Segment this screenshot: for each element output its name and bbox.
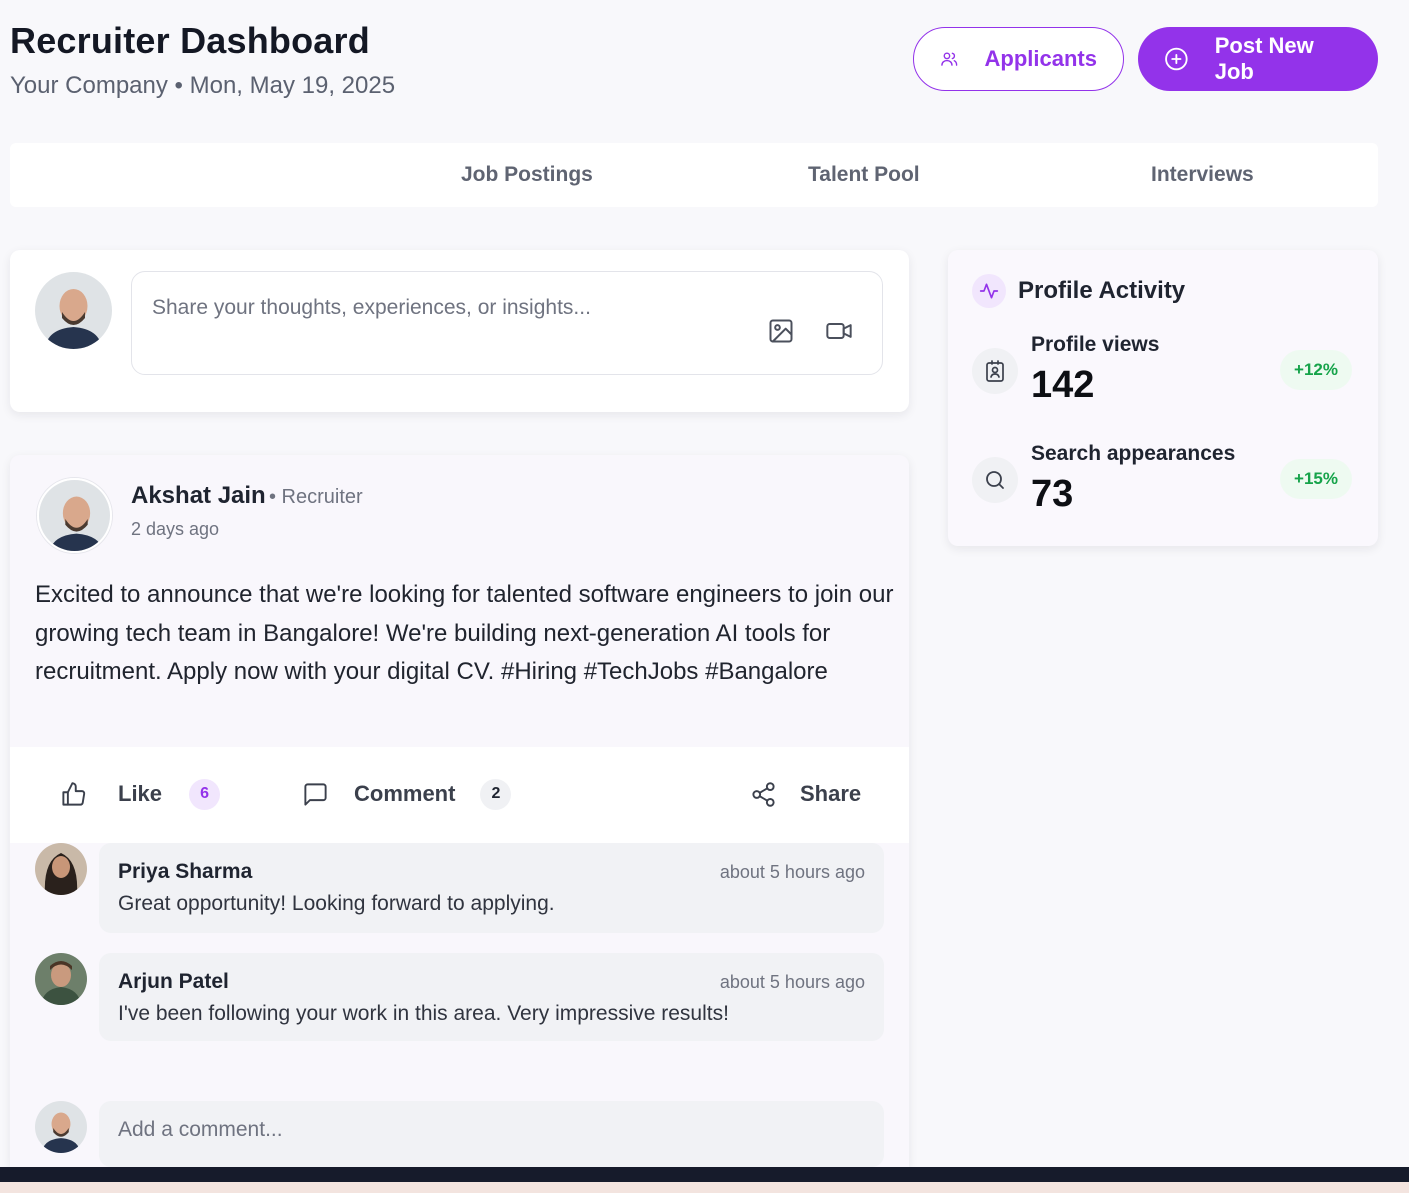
avatar xyxy=(35,1101,87,1153)
users-icon xyxy=(941,52,958,66)
comment-text: Great opportunity! Looking forward to ap… xyxy=(118,892,555,915)
plus-circle-icon xyxy=(1165,47,1188,71)
comment-bubble: Arjun Patel about 5 hours ago I've been … xyxy=(99,953,884,1041)
comment-author[interactable]: Arjun Patel xyxy=(118,970,229,994)
share-icon xyxy=(752,781,775,807)
add-comment-placeholder: Add a comment... xyxy=(118,1118,283,1141)
window-bottom-bar xyxy=(0,1167,1409,1193)
post-new-job-button[interactable]: Post New Job xyxy=(1138,27,1378,91)
avatar xyxy=(35,272,112,349)
trend-badge: +15% xyxy=(1280,459,1352,499)
comment-timestamp: about 5 hours ago xyxy=(719,862,865,882)
post-timestamp: 2 days ago xyxy=(131,519,220,539)
commenter-avatar xyxy=(35,953,87,1005)
comment-author[interactable]: Priya Sharma xyxy=(118,860,252,884)
page-header: Recruiter Dashboard Your Company • Mon, … xyxy=(10,20,1378,100)
metric-label: Profile views xyxy=(1031,333,1160,356)
image-icon[interactable] xyxy=(767,317,795,345)
trend-badge: +12% xyxy=(1280,350,1352,390)
post-author-role: • Recruiter xyxy=(269,486,363,508)
header-actions: Applicants Post New Job xyxy=(913,27,1378,91)
thumbs-up-icon xyxy=(62,781,86,806)
metric-value: 73 xyxy=(1031,473,1074,515)
comment-button[interactable]: Comment 2 xyxy=(302,774,512,814)
comment-item: Arjun Patel about 5 hours ago I've been … xyxy=(10,953,909,1045)
tab-talent-pool[interactable]: Talent Pool xyxy=(808,163,920,187)
post-composer-input[interactable]: Share your thoughts, experiences, or ins… xyxy=(131,271,883,375)
post-new-job-label: Post New Job xyxy=(1214,33,1314,84)
comment-label: Comment xyxy=(354,781,456,806)
profile-activity-title: Profile Activity xyxy=(1018,277,1186,304)
comment-count-badge: 2 xyxy=(480,778,512,810)
applicants-label: Applicants xyxy=(984,46,1097,71)
comment-bubble: Priya Sharma about 5 hours ago Great opp… xyxy=(99,843,884,933)
contact-card-icon xyxy=(972,348,1018,394)
message-square-icon xyxy=(304,782,327,806)
like-button[interactable]: Like 6 xyxy=(60,774,221,814)
like-count-badge: 6 xyxy=(189,778,221,810)
metric-value: 142 xyxy=(1031,364,1095,406)
search-icon xyxy=(972,457,1018,503)
metric-label: Search appearances xyxy=(1031,442,1236,465)
tab-job-postings[interactable]: Job Postings xyxy=(461,163,593,187)
post-composer: Share your thoughts, experiences, or ins… xyxy=(10,250,909,412)
comment-item: Priya Sharma about 5 hours ago Great opp… xyxy=(10,843,909,935)
commenter-avatar xyxy=(35,843,87,895)
add-comment-input[interactable]: Add a comment... xyxy=(99,1101,884,1167)
feed-post: Akshat Jain • Recruiter 2 days ago Excit… xyxy=(10,455,909,1167)
video-icon[interactable] xyxy=(825,317,853,345)
like-label: Like xyxy=(118,781,163,806)
composer-placeholder: Share your thoughts, experiences, or ins… xyxy=(152,296,591,319)
comment-text: I've been following your work in this ar… xyxy=(118,1002,729,1025)
post-body: Excited to announce that we're looking f… xyxy=(35,581,894,685)
post-author-name[interactable]: Akshat Jain xyxy=(131,482,266,510)
share-button[interactable]: Share xyxy=(750,774,861,814)
applicants-button[interactable]: Applicants xyxy=(913,27,1124,91)
post-actions-bar: Like 6 Comment 2 Share xyxy=(10,747,909,843)
profile-activity-card: Profile Activity Profile views 142 +12% … xyxy=(948,250,1378,546)
tab-interviews[interactable]: Interviews xyxy=(1151,163,1254,187)
tab-bar: Job Postings Talent Pool Interviews xyxy=(10,143,1378,207)
avatar xyxy=(37,478,112,553)
taskbar-strip xyxy=(0,1182,1409,1193)
share-label: Share xyxy=(800,781,862,806)
comment-timestamp: about 5 hours ago xyxy=(719,972,865,992)
activity-icon xyxy=(972,274,1006,308)
